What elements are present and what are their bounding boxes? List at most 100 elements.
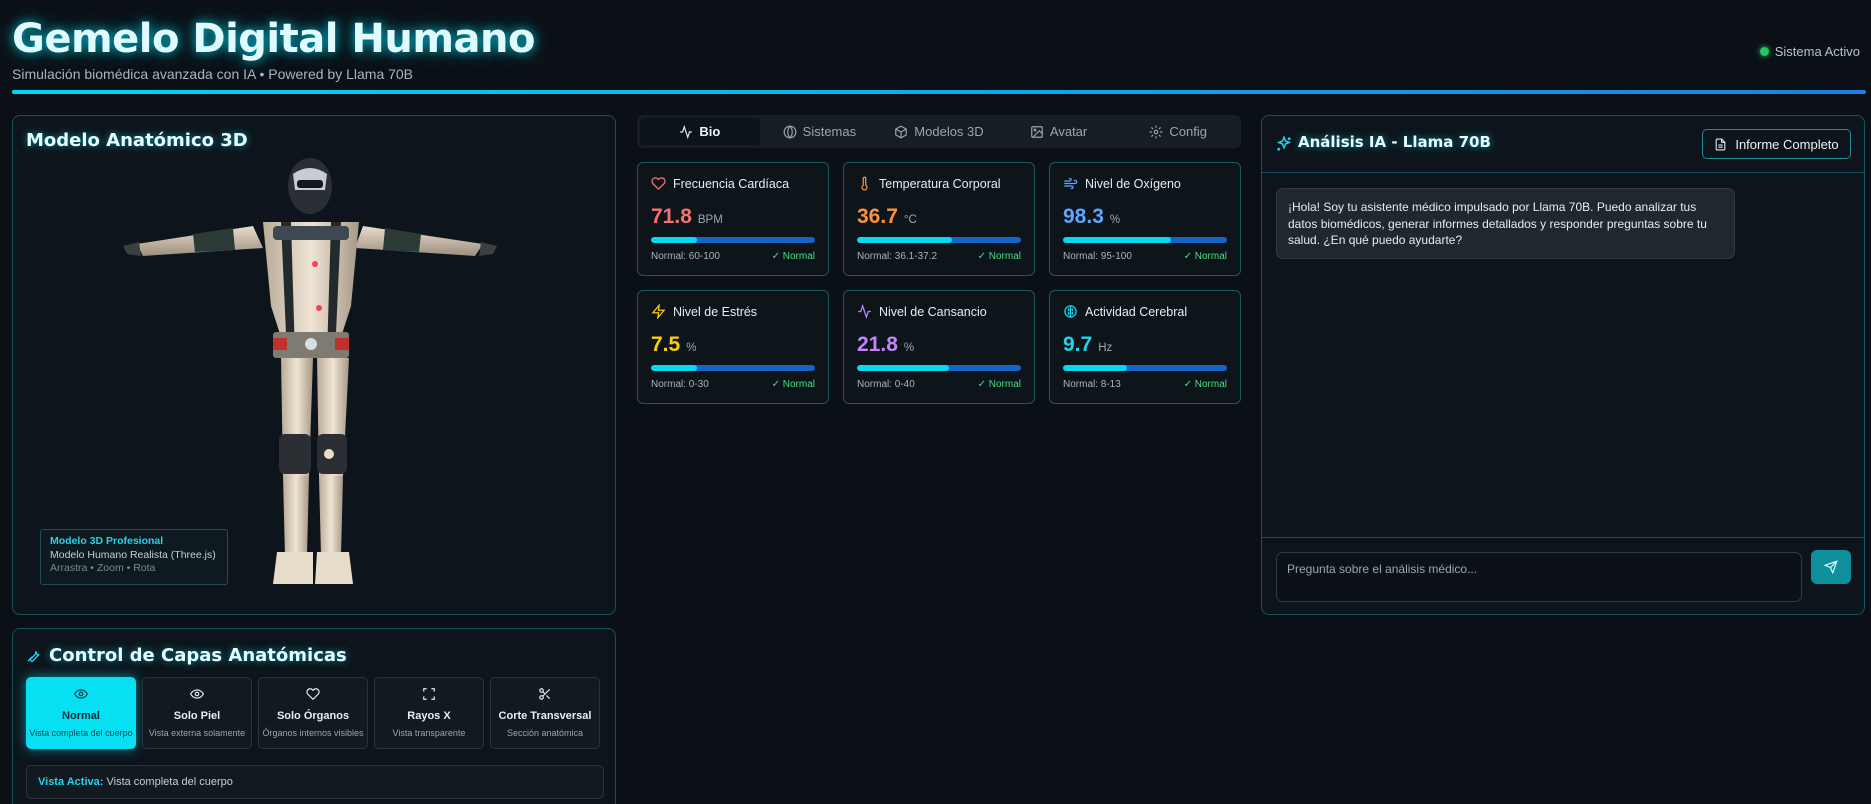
layer-organs-button[interactable]: Solo Órganos Órganos internos visibles xyxy=(258,677,368,749)
vital-unit: % xyxy=(686,342,697,354)
layer-label: Normal xyxy=(62,710,100,722)
vital-status: ✓ Normal xyxy=(1183,251,1227,262)
vital-status: ✓ Normal xyxy=(977,251,1021,262)
full-report-label: Informe Completo xyxy=(1735,136,1839,152)
layer-desc: Vista transparente xyxy=(392,728,466,738)
heart-icon xyxy=(306,688,320,701)
layer-normal-button[interactable]: Normal Vista completa del cuerpo xyxy=(26,677,136,749)
activity-icon xyxy=(858,304,871,319)
vital-value-row: 7.5% xyxy=(651,333,696,357)
vital-status: ✓ Normal xyxy=(771,251,815,262)
layer-skin-button[interactable]: Solo Piel Vista externa solamente xyxy=(142,677,252,749)
vital-value: 21.8 xyxy=(857,333,898,356)
vital-card-brain: Actividad Cerebral 9.7 Hz Normal: 8-13 ✓ … xyxy=(1049,290,1241,404)
vital-name: Nivel de Oxígeno xyxy=(1085,176,1181,191)
vital-progress-fill xyxy=(651,237,697,243)
thermometer-icon xyxy=(861,176,868,191)
page-title: Gemelo Digital Humano xyxy=(12,16,535,62)
model-info-card: Modelo 3D Profesional Modelo Humano Real… xyxy=(40,529,228,585)
tab-label: Sistemas xyxy=(802,124,857,139)
layer-desc: Vista externa solamente xyxy=(148,728,246,738)
vital-card-stress: Nivel de Estrés 7.5% Normal: 0-30 ✓ Norm… xyxy=(637,290,829,404)
status-dot-icon xyxy=(1759,47,1769,56)
vital-progress-bar xyxy=(651,365,815,371)
vital-progress-bar xyxy=(857,365,1021,371)
app-header: Gemelo Digital Humano Simulación biomédi… xyxy=(12,10,1866,96)
layers-panel: Control de Capas Anatómicas Normal Vista… xyxy=(12,628,616,804)
vital-unit: °C xyxy=(903,214,917,226)
vital-range: Normal: 0-30 xyxy=(651,379,709,390)
vital-progress-bar xyxy=(651,237,815,243)
vital-progress-bar xyxy=(1063,365,1227,371)
vital-value: 71.8 xyxy=(651,205,692,228)
vital-value-row: 9.7 Hz xyxy=(1063,333,1112,357)
vital-card-fatigue: Nivel de Cansancio 21.8% Normal: 0-40 ✓ … xyxy=(843,290,1035,404)
model-panel-title: Modelo Anatómico 3D xyxy=(26,130,248,151)
vital-name: Actividad Cerebral xyxy=(1085,304,1188,319)
cube-icon xyxy=(895,124,908,139)
vital-range: Normal: 8-13 xyxy=(1063,379,1121,390)
system-status: Sistema Activo xyxy=(1759,44,1860,59)
vital-unit: % xyxy=(903,342,915,354)
ai-message-bubble: ¡Hola! Soy tu asistente médico impulsado… xyxy=(1276,188,1735,259)
vital-progress-bar xyxy=(857,237,1021,243)
vital-progress-fill xyxy=(1063,237,1172,243)
full-report-button[interactable]: Informe Completo xyxy=(1702,129,1851,159)
ai-panel-title: Análisis IA - Llama 70B xyxy=(1298,133,1491,151)
send-button[interactable] xyxy=(1811,550,1851,584)
vital-progress-fill xyxy=(651,365,697,371)
image-icon xyxy=(1031,125,1043,138)
send-icon xyxy=(1824,560,1838,574)
layer-xray-button[interactable]: Rayos X Vista transparente xyxy=(374,677,484,749)
activity-icon xyxy=(680,124,693,139)
vital-progress-bar xyxy=(1063,237,1227,243)
eye-icon xyxy=(189,689,205,699)
vital-range: Normal: 36.1-37.2 xyxy=(857,251,938,262)
tab-sistemas[interactable]: Sistemas xyxy=(760,118,880,145)
layer-desc: Vista completa del cuerpo xyxy=(29,728,133,738)
heart-icon xyxy=(651,177,666,190)
vital-status: ✓ Normal xyxy=(1183,379,1227,390)
layers-panel-title: Control de Capas Anatómicas xyxy=(49,645,347,666)
file-icon xyxy=(1715,138,1726,150)
zap-icon xyxy=(651,304,666,319)
tab-label: Config xyxy=(1169,124,1207,139)
ai-panel-header: Análisis IA - Llama 70B Informe Completo xyxy=(1262,116,1864,173)
vital-range: Normal: 60-100 xyxy=(651,251,720,262)
globe-icon xyxy=(783,125,797,138)
vital-range: Normal: 0-40 xyxy=(857,379,915,390)
model-viewer-panel[interactable]: Modelo Anatómico 3D Modelo 3D Profesiona… xyxy=(12,115,616,615)
tab-label: Modelos 3D xyxy=(914,124,984,139)
layer-section-button[interactable]: Corte Transversal Sección anatómica xyxy=(490,677,600,749)
chat-input[interactable]: Pregunta sobre el análisis médico... xyxy=(1276,552,1802,602)
eye-icon xyxy=(73,689,89,699)
tab-bio[interactable]: Bio xyxy=(640,118,760,145)
model-info-title: Modelo 3D Profesional xyxy=(50,535,164,547)
wrench-icon xyxy=(27,651,40,663)
vital-value-row: 36.7 °C xyxy=(857,205,917,229)
wind-icon xyxy=(1064,177,1078,190)
vital-name: Frecuencia Cardíaca xyxy=(673,176,790,191)
layer-desc: Órganos internos visibles xyxy=(262,728,364,738)
vital-status: ✓ Normal xyxy=(977,379,1021,390)
tab-avatar[interactable]: Avatar xyxy=(999,118,1119,145)
layer-label: Solo Piel xyxy=(173,710,221,722)
scan-icon xyxy=(423,688,435,700)
layer-desc: Sección anatómica xyxy=(506,728,584,738)
status-label: Sistema Activo xyxy=(1774,44,1860,59)
active-view-value: Vista completa del cuerpo xyxy=(106,776,233,788)
vital-progress-fill xyxy=(857,365,949,371)
layer-label: Rayos X xyxy=(407,710,451,722)
vital-value-row: 21.8% xyxy=(857,333,914,357)
vital-value: 98.3 xyxy=(1063,205,1104,228)
model-info-hint: Arrastra • Zoom • Rota xyxy=(50,562,156,574)
tab-modelos-3d[interactable]: Modelos 3D xyxy=(879,118,999,145)
ai-analysis-panel: Análisis IA - Llama 70B Informe Completo… xyxy=(1261,115,1865,615)
active-view-label: Vista Activa: xyxy=(38,776,104,788)
vital-value-row: 71.8 BPM xyxy=(651,205,723,229)
vital-value-row: 98.3% xyxy=(1063,205,1120,229)
vital-value: 9.7 xyxy=(1063,333,1093,356)
tab-bar: Bio Sistemas Modelos 3D Avatar Config xyxy=(637,115,1241,148)
vital-value: 36.7 xyxy=(857,205,898,228)
tab-config[interactable]: Config xyxy=(1118,118,1238,145)
